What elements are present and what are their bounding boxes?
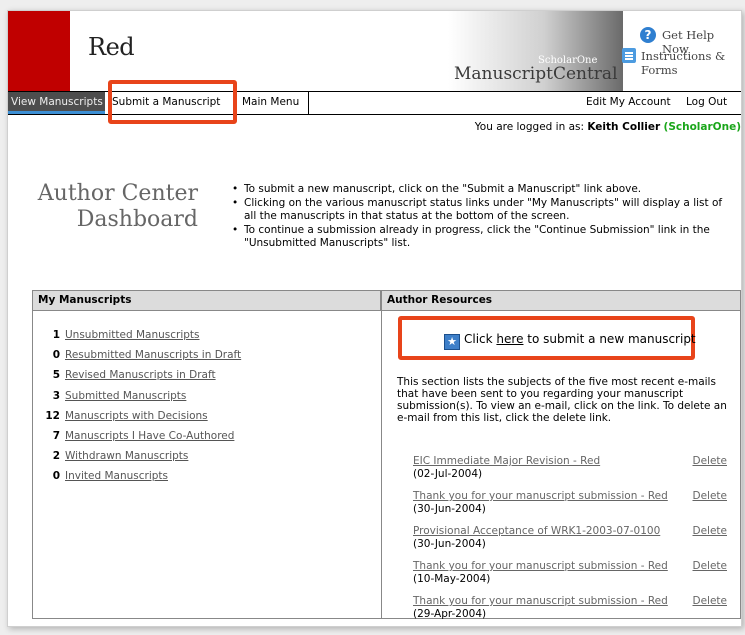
brand-color-block bbox=[8, 11, 70, 91]
recent-emails-list: EIC Immediate Major Revision - Red (02-Ju… bbox=[413, 455, 733, 626]
email-date: (30-Jun-2004) bbox=[413, 538, 486, 550]
list-item: 1 Unsubmitted Manuscripts bbox=[33, 325, 373, 345]
manuscript-count: 7 bbox=[52, 429, 60, 442]
instruction-item: To submit a new manuscript, click on the… bbox=[230, 183, 732, 196]
author-resources-heading: Author Resources bbox=[382, 291, 740, 311]
click-prefix: Click bbox=[464, 332, 497, 346]
tab-view-manuscripts[interactable]: View Manuscripts bbox=[8, 92, 105, 114]
page-title-line-1: Author Center bbox=[37, 181, 198, 206]
email-subject-link[interactable]: Provisional Acceptance of WRK1-2003-07-0… bbox=[413, 525, 660, 538]
page-title-line-2: Dashboard bbox=[76, 207, 198, 232]
login-status: You are logged in as: Keith Collier (Sch… bbox=[475, 121, 741, 133]
page-title: Author Center Dashboard bbox=[36, 181, 198, 233]
journal-name: Red bbox=[88, 33, 135, 61]
list-item: 12 Manuscripts with Decisions bbox=[33, 406, 373, 426]
manuscript-count: 1 bbox=[52, 329, 60, 341]
logout-link[interactable]: Log Out bbox=[686, 92, 736, 114]
email-subject-link[interactable]: Thank you for your manuscript submission… bbox=[413, 595, 668, 608]
email-date: (29-Apr-2004) bbox=[413, 608, 487, 620]
email-item: Thank you for your manuscript submission… bbox=[413, 560, 733, 595]
delete-email-link[interactable]: Delete bbox=[693, 525, 728, 538]
manuscript-count: 5 bbox=[52, 369, 60, 382]
panel-divider bbox=[381, 291, 382, 618]
email-item: Provisional Acceptance of WRK1-2003-07-0… bbox=[413, 525, 733, 560]
header: Red ScholarOne ManuscriptCentral ? Get H… bbox=[8, 11, 741, 91]
list-item: 7 Manuscripts I Have Co-Authored bbox=[33, 426, 373, 446]
manuscript-status-link[interactable]: Revised Manuscripts in Draft bbox=[65, 365, 216, 385]
delete-email-link[interactable]: Delete bbox=[693, 490, 728, 503]
manuscript-count: 3 bbox=[52, 389, 60, 402]
manuscript-count: 0 bbox=[52, 470, 60, 483]
here-link[interactable]: here bbox=[496, 332, 523, 346]
email-item: Thank you for your manuscript submission… bbox=[413, 490, 733, 525]
login-org: (ScholarOne) bbox=[663, 121, 741, 133]
login-prefix: You are logged in as: bbox=[474, 121, 588, 133]
list-item: 2 Withdrawn Manuscripts bbox=[33, 446, 373, 466]
tab-main-menu[interactable]: Main Menu bbox=[238, 92, 309, 114]
delete-email-link[interactable]: Delete bbox=[693, 560, 728, 573]
document-icon[interactable] bbox=[622, 48, 636, 63]
manuscript-status-link[interactable]: Withdrawn Manuscripts bbox=[65, 446, 188, 466]
instruction-item: Clicking on the various manuscript statu… bbox=[230, 197, 732, 223]
highlight-submit-tab bbox=[108, 80, 237, 124]
email-date: (02-Jul-2004) bbox=[413, 468, 483, 480]
manuscript-count: 2 bbox=[52, 450, 60, 463]
email-section-description: This section lists the subjects of the f… bbox=[397, 376, 727, 424]
instructions-forms-link[interactable]: Instructions & Forms bbox=[641, 49, 741, 77]
help-icon[interactable]: ? bbox=[640, 27, 656, 43]
manuscript-count: 12 bbox=[45, 409, 60, 422]
email-subject-link[interactable]: Thank you for your manuscript submission… bbox=[413, 560, 668, 573]
manuscript-status-link[interactable]: Submitted Manuscripts bbox=[65, 386, 186, 406]
manuscript-count: 0 bbox=[52, 349, 60, 362]
email-date: (30-Jun-2004) bbox=[413, 503, 486, 515]
edit-account-link[interactable]: Edit My Account bbox=[586, 92, 674, 114]
email-subject-link[interactable]: EIC Immediate Major Revision - Red bbox=[413, 455, 600, 468]
email-item: EIC Immediate Major Revision - Red (02-Ju… bbox=[413, 455, 733, 490]
list-item: 3 Submitted Manuscripts bbox=[33, 386, 373, 406]
manuscript-status-link[interactable]: Manuscripts I Have Co-Authored bbox=[65, 426, 234, 446]
instructions-list: To submit a new manuscript, click on the… bbox=[230, 183, 732, 251]
list-item: 5 Revised Manuscripts in Draft bbox=[33, 365, 373, 385]
login-user: Keith Collier bbox=[587, 121, 661, 133]
list-item: 0 Resubmitted Manuscripts in Draft bbox=[33, 345, 373, 365]
click-suffix: to submit a new manuscript bbox=[523, 332, 696, 346]
manuscript-status-list: 1 Unsubmitted Manuscripts 0 Resubmitted Ma… bbox=[33, 325, 373, 487]
list-item: 0 Invited Manuscripts bbox=[33, 466, 373, 486]
manuscript-status-link[interactable]: Unsubmitted Manuscripts bbox=[65, 325, 200, 345]
delete-email-link[interactable]: Delete bbox=[693, 455, 728, 468]
email-subject-link[interactable]: Thank you for your manuscript submission… bbox=[413, 490, 668, 503]
submit-new-manuscript-line: ★ Click here to submit a new manuscript bbox=[444, 332, 696, 350]
manuscript-status-link[interactable]: Manuscripts with Decisions bbox=[65, 406, 208, 426]
instruction-item: To continue a submission already in prog… bbox=[230, 224, 732, 250]
manuscript-status-link[interactable]: Resubmitted Manuscripts in Draft bbox=[65, 345, 241, 365]
app-window: Red ScholarOne ManuscriptCentral ? Get H… bbox=[7, 10, 742, 627]
manuscript-status-link[interactable]: Invited Manuscripts bbox=[65, 466, 168, 486]
delete-email-link[interactable]: Delete bbox=[693, 595, 728, 608]
email-date: (10-May-2004) bbox=[413, 573, 491, 585]
my-manuscripts-heading: My Manuscripts bbox=[33, 291, 381, 311]
star-icon: ★ bbox=[444, 334, 460, 350]
email-item: Thank you for your manuscript submission… bbox=[413, 595, 733, 626]
manuscript-central-logo-text: ManuscriptCentral bbox=[454, 64, 618, 84]
